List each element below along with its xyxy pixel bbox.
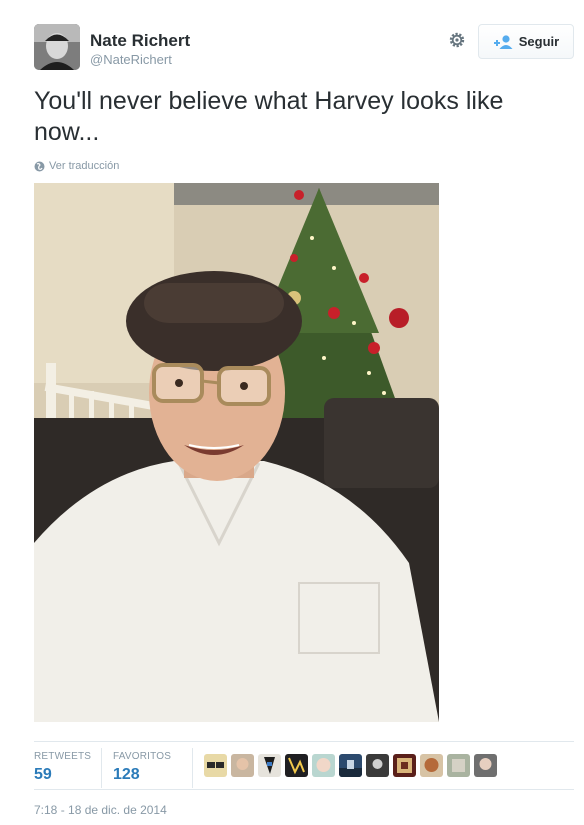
favoriter-avatar[interactable] [258, 754, 281, 777]
translate-label: Ver traducción [49, 160, 120, 172]
favorites-stat[interactable]: FAVORITOS 128 [113, 751, 171, 784]
globe-icon [34, 161, 45, 172]
retweets-stat[interactable]: RETWEETS 59 [34, 751, 91, 784]
favoriter-avatar[interactable] [285, 754, 308, 777]
translate-link[interactable]: Ver traducción [34, 160, 119, 172]
favoriter-avatar[interactable] [447, 754, 470, 777]
favoriter-avatar[interactable] [231, 754, 254, 777]
favoriter-avatar[interactable] [420, 754, 443, 777]
favoriter-avatar[interactable] [312, 754, 335, 777]
author-name[interactable]: Nate Richert [90, 31, 190, 51]
stat-separator [192, 748, 193, 788]
add-user-icon [493, 34, 513, 50]
tweet-header: Nate Richert @NateRichert Seguir [34, 24, 574, 72]
stats-divider-bottom [34, 789, 574, 790]
favorites-count: 128 [113, 766, 140, 783]
favoriter-avatars [204, 754, 497, 777]
tweet-timestamp[interactable]: 7:18 - 18 de dic. de 2014 [34, 803, 167, 817]
gear-icon[interactable] [447, 30, 467, 50]
follow-label: Seguir [518, 34, 560, 49]
stat-separator [101, 748, 102, 788]
author-handle[interactable]: @NateRichert [90, 52, 172, 67]
favorites-label: FAVORITOS [113, 751, 172, 762]
author-avatar[interactable] [34, 24, 80, 70]
favoriter-avatar[interactable] [474, 754, 497, 777]
stats-divider-top [34, 741, 574, 742]
favoriter-avatar[interactable] [339, 754, 362, 777]
retweets-count: 59 [34, 766, 52, 783]
follow-button[interactable]: Seguir [478, 24, 574, 59]
tweet-text: You'll never believe what Harvey looks l… [34, 87, 504, 146]
favoriter-avatar[interactable] [393, 754, 416, 777]
favoriter-avatar[interactable] [366, 754, 389, 777]
tweet-photo[interactable] [34, 183, 439, 722]
favoriter-avatar[interactable] [204, 754, 227, 777]
retweets-label: RETWEETS [34, 751, 92, 762]
